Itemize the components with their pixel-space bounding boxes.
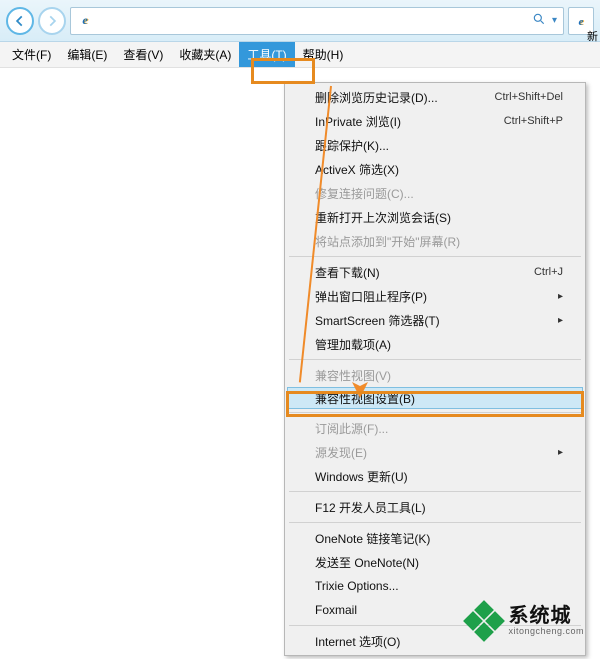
menu-tools[interactable]: 工具(T) [239,42,294,67]
menu-file[interactable]: 文件(F) [4,42,59,67]
back-button[interactable] [6,7,34,35]
menu-separator [289,522,581,523]
watermark-logo-icon [466,603,502,639]
menu-fix-connection: 修复连接问题(C)... [287,181,583,205]
menu-view[interactable]: 查看(V) [115,42,171,67]
menu-separator [289,256,581,257]
menu-separator [289,359,581,360]
menu-bar: 文件(F) 编辑(E) 查看(V) 收藏夹(A) 工具(T) 帮助(H) [0,42,600,68]
menu-manage-addons[interactable]: 管理加载项(A) [287,332,583,356]
ie-logo-icon: e [579,14,584,28]
forward-button[interactable] [38,7,66,35]
menu-add-to-start: 将站点添加到"开始"屏幕(R) [287,229,583,253]
menu-trixie-options[interactable]: Trixie Options... [287,574,583,598]
menu-help[interactable]: 帮助(H) [295,42,352,67]
watermark-title: 系统城 [508,605,584,627]
menu-send-to-onenote[interactable]: 发送至 OneNote(N) [287,550,583,574]
ie-logo-icon: e [77,13,93,29]
dropdown-caret-icon[interactable]: ▾ [552,15,557,26]
menu-inprivate[interactable]: InPrivate 浏览(I)Ctrl+Shift+P [287,109,583,133]
tab-label: 新 [587,28,598,44]
menu-view-downloads[interactable]: 查看下载(N)Ctrl+J [287,260,583,284]
search-icon[interactable] [532,12,546,29]
menu-activex-filter[interactable]: ActiveX 筛选(X) [287,157,583,181]
menu-tracking-protection[interactable]: 跟踪保护(K)... [287,133,583,157]
menu-smartscreen[interactable]: SmartScreen 筛选器(T)▸ [287,308,583,332]
arrow-left-icon [13,14,27,28]
menu-subscribe-feed: 订阅此源(F)... [287,416,583,440]
watermark: 系统城 xitongcheng.com [466,603,584,639]
menu-favorites[interactable]: 收藏夹(A) [171,42,239,67]
menu-separator [289,491,581,492]
watermark-url: xitongcheng.com [508,627,584,637]
menu-popup-blocker[interactable]: 弹出窗口阻止程序(P)▸ [287,284,583,308]
menu-feed-discovery: 源发现(E)▸ [287,440,583,464]
menu-onenote-linked[interactable]: OneNote 链接笔记(K) [287,526,583,550]
menu-compat-view-settings[interactable]: 兼容性视图设置(B) [287,387,583,409]
menu-separator [289,412,581,413]
address-bar[interactable]: e ▾ [70,7,564,35]
annotation-arrow-head-icon [352,378,368,401]
tools-dropdown: 删除浏览历史记录(D)...Ctrl+Shift+Del InPrivate 浏… [284,82,586,656]
menu-f12-devtools[interactable]: F12 开发人员工具(L) [287,495,583,519]
menu-windows-update[interactable]: Windows 更新(U) [287,464,583,488]
menu-reopen-session[interactable]: 重新打开上次浏览会话(S) [287,205,583,229]
menu-edit[interactable]: 编辑(E) [59,42,115,67]
arrow-right-icon [45,14,59,28]
menu-compat-view: 兼容性视图(V) [287,363,583,387]
navigation-bar: e ▾ e [0,0,600,42]
